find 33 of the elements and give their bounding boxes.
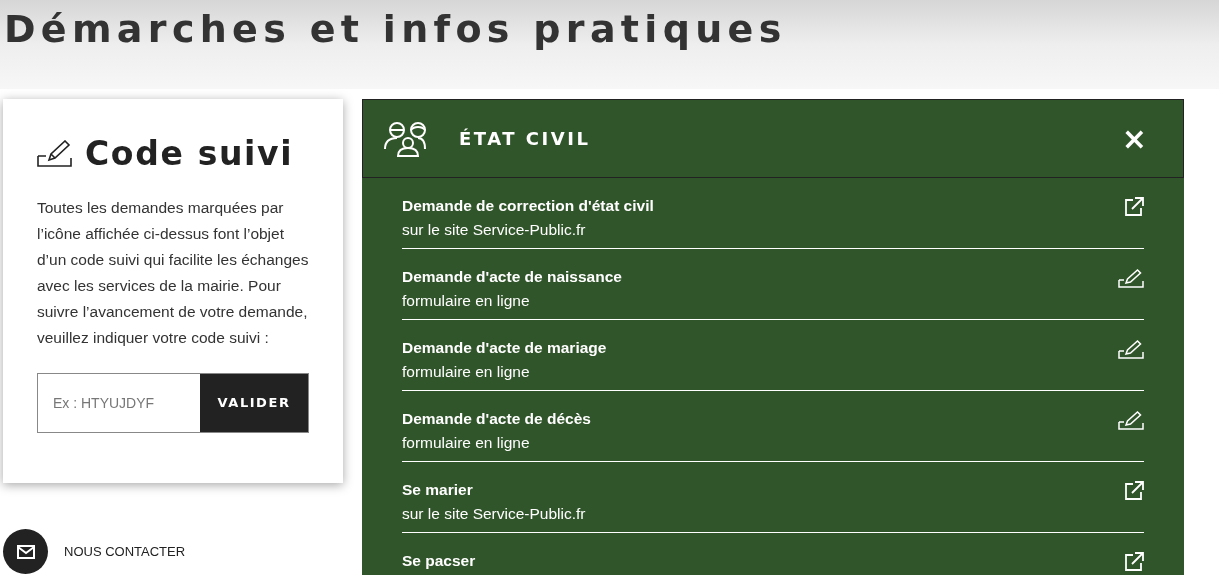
- procedure-link[interactable]: Demande d'acte de décès formulaire en ligne: [402, 391, 1144, 462]
- external-link-icon: [1124, 481, 1144, 501]
- external-link-icon: [1124, 197, 1144, 217]
- procedure-link[interactable]: Se marier sur le site Service-Public.fr: [402, 462, 1144, 533]
- pencil-box-icon: [1118, 339, 1144, 359]
- procedure-subtitle: formulaire en ligne: [402, 433, 530, 453]
- envelope-icon: [16, 544, 35, 559]
- procedure-link[interactable]: Demande d'acte de naissance formulaire en ligne: [402, 249, 1144, 320]
- card-description: Toutes les demandes marquées par l’icône affichée ci-dessus font l’objet d’un code suivi qui facilite les échanges avec les services de la mairie. Pour suivre l’avancement de votre demande, veuillez indiquer votre code suivi :: [37, 197, 309, 348]
- pencil-box-icon: [37, 139, 73, 168]
- procedure-subtitle: sur le site Service-Public.fr: [402, 220, 586, 240]
- procedure-title: Se marier: [402, 480, 473, 500]
- card-title: Code suivi: [85, 133, 294, 175]
- procedure-title: Se pacser: [402, 551, 476, 571]
- procedure-link[interactable]: Demande d'acte de mariage formulaire en ligne: [402, 320, 1144, 391]
- external-link-icon: [1124, 552, 1144, 572]
- pencil-box-icon: [1118, 268, 1144, 288]
- section-title: ÉTAT CIVIL: [459, 127, 591, 151]
- close-button[interactable]: ×: [1121, 123, 1147, 154]
- contact-link[interactable]: NOUS CONTACTER: [64, 541, 186, 562]
- procedure-subtitle: formulaire en ligne: [402, 291, 530, 311]
- procedure-title: Demande de correction d'état civil: [402, 196, 654, 216]
- procedure-title: Demande d'acte de décès: [402, 409, 591, 429]
- page-title: Démarches et infos pratiques: [4, 6, 787, 53]
- section-header[interactable]: ÉTAT CIVIL ×: [362, 99, 1184, 178]
- mail-button[interactable]: [3, 529, 48, 574]
- procedure-title: Demande d'acte de naissance: [402, 267, 622, 287]
- procedure-link[interactable]: Se pacser: [402, 533, 1144, 575]
- procedure-title: Demande d'acte de mariage: [402, 338, 607, 358]
- procedure-subtitle: formulaire en ligne: [402, 362, 530, 382]
- procedure-subtitle: sur le site Service-Public.fr: [402, 504, 586, 524]
- procedure-link[interactable]: Demande de correction d'état civil sur le site Service-Public.fr: [402, 178, 1144, 249]
- pencil-box-icon: [1118, 410, 1144, 430]
